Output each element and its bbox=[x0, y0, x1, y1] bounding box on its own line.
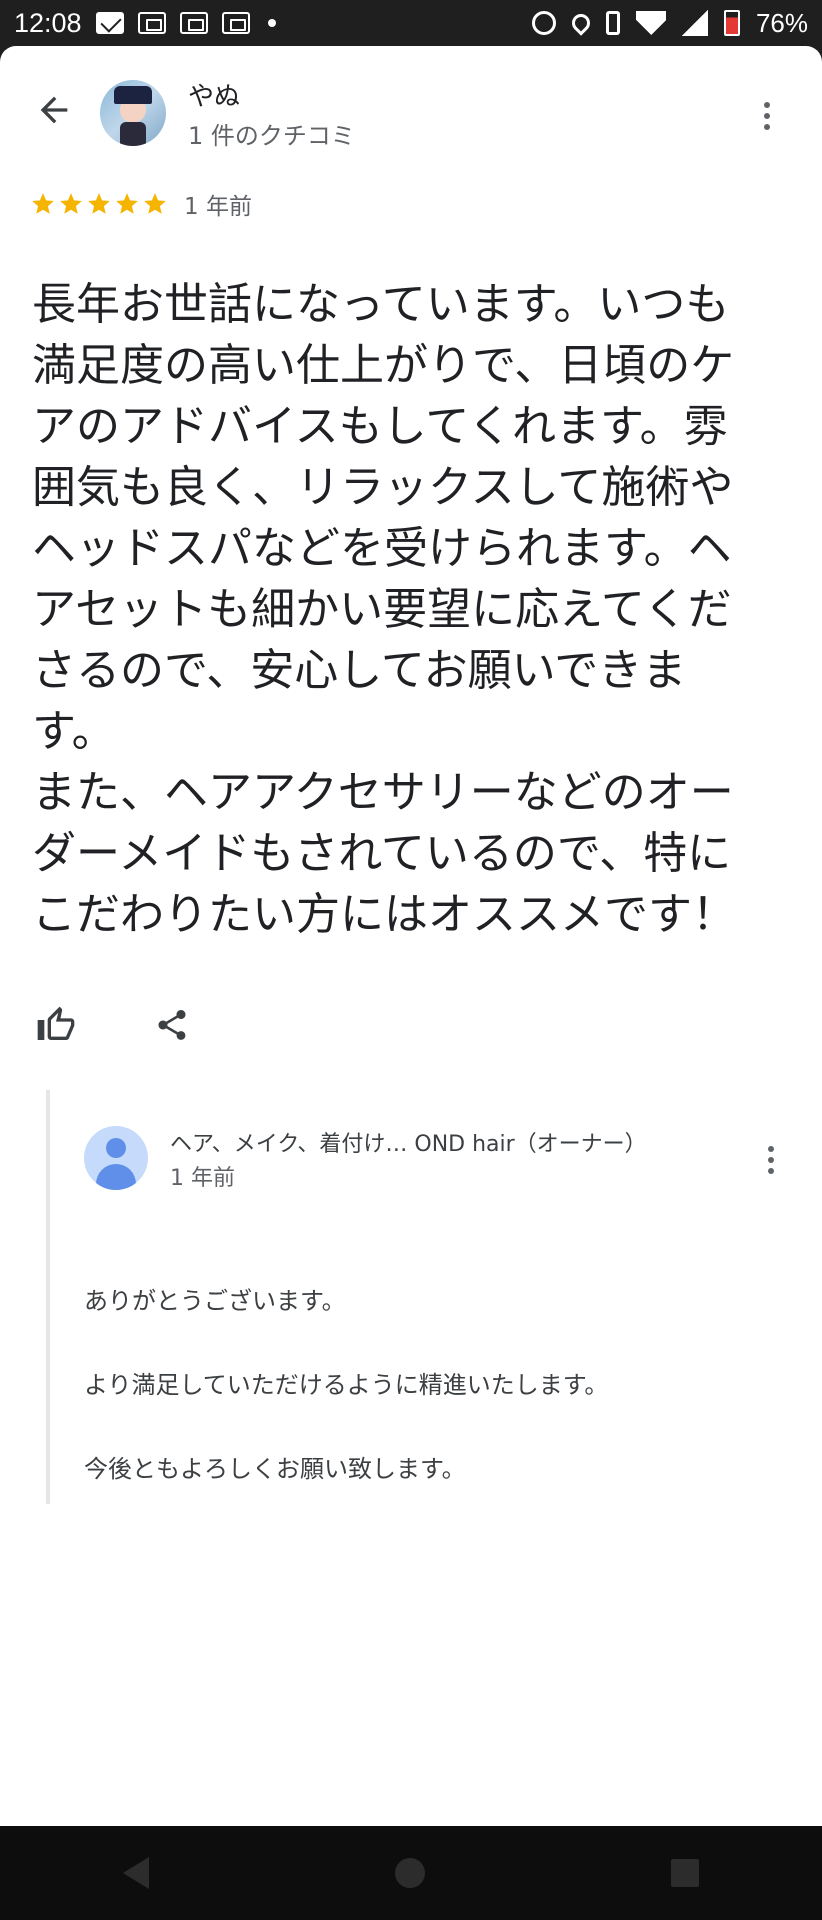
carrier-icon bbox=[179, 12, 208, 34]
star-rating bbox=[30, 191, 168, 217]
signal-icon bbox=[681, 10, 708, 36]
more-notifications-icon bbox=[267, 19, 276, 27]
more-options-button[interactable] bbox=[757, 96, 777, 136]
battery-icon bbox=[723, 10, 740, 36]
avatar-hat bbox=[114, 86, 152, 104]
share-icon[interactable] bbox=[154, 1007, 190, 1043]
carrier-icon bbox=[221, 12, 250, 34]
star-icon bbox=[144, 193, 166, 214]
reply-more-options-button[interactable] bbox=[761, 1140, 781, 1180]
star-icon bbox=[88, 193, 110, 214]
status-left: 12:08 bbox=[14, 8, 276, 39]
review-header: やぬ 1 件のクチコミ bbox=[0, 46, 822, 176]
back-button[interactable] bbox=[34, 90, 74, 130]
arrow-back-icon bbox=[40, 96, 68, 124]
nav-recents-icon[interactable] bbox=[671, 1859, 699, 1887]
thumb-up-icon[interactable] bbox=[36, 1005, 76, 1045]
battery-percent: 76% bbox=[755, 7, 808, 38]
vibrate-icon bbox=[605, 11, 620, 35]
reviewer-review-count: 1 件のクチコミ bbox=[188, 122, 355, 150]
location-icon bbox=[568, 10, 594, 36]
nav-home-icon[interactable] bbox=[395, 1858, 425, 1888]
navigation-bar bbox=[0, 1826, 822, 1920]
review-sheet: やぬ 1 件のクチコミ 1 年前 長年お世話になっています。いつも満足度の高い仕… bbox=[0, 46, 822, 1826]
review-time: 1 年前 bbox=[184, 194, 252, 220]
star-icon bbox=[116, 193, 138, 214]
review-actions bbox=[36, 1000, 190, 1050]
reviewer-avatar[interactable] bbox=[100, 80, 166, 146]
star-icon bbox=[60, 193, 82, 214]
avatar-body bbox=[120, 122, 146, 146]
star-icon bbox=[32, 193, 54, 214]
nav-back-icon[interactable] bbox=[123, 1857, 149, 1889]
more-vert-icon bbox=[768, 1146, 774, 1152]
person-icon bbox=[106, 1138, 126, 1158]
reviewer-name[interactable]: やぬ bbox=[188, 76, 240, 113]
owner-reply-time: 1 年前 bbox=[170, 1166, 235, 1191]
wifi-icon bbox=[635, 11, 666, 35]
owner-reply-text: ありがとうございます。 より満足していただけるように精進いたします。 今後ともよ… bbox=[84, 1287, 609, 1483]
more-vert-icon bbox=[764, 102, 770, 108]
status-right: 76% bbox=[531, 7, 808, 39]
status-time: 12:08 bbox=[14, 7, 82, 38]
mail-icon bbox=[95, 12, 124, 34]
rating-row: 1 年前 bbox=[30, 184, 252, 224]
review-text: 長年お世話になっています。いつも満足度の高い仕上がりで、日頃のケアのアドバイスも… bbox=[32, 279, 736, 940]
carrier-icon bbox=[137, 12, 166, 34]
owner-reply: ヘア、メイク、着付け… OND hair（オーナー） 1 年前 ありがとうござい… bbox=[46, 1090, 786, 1504]
owner-avatar bbox=[84, 1126, 148, 1190]
status-bar: 12:08 76% bbox=[0, 0, 822, 46]
owner-name: ヘア、メイク、着付け… OND hair（オーナー） bbox=[170, 1132, 647, 1157]
person-icon-body bbox=[96, 1164, 136, 1190]
alarm-icon bbox=[531, 11, 556, 35]
